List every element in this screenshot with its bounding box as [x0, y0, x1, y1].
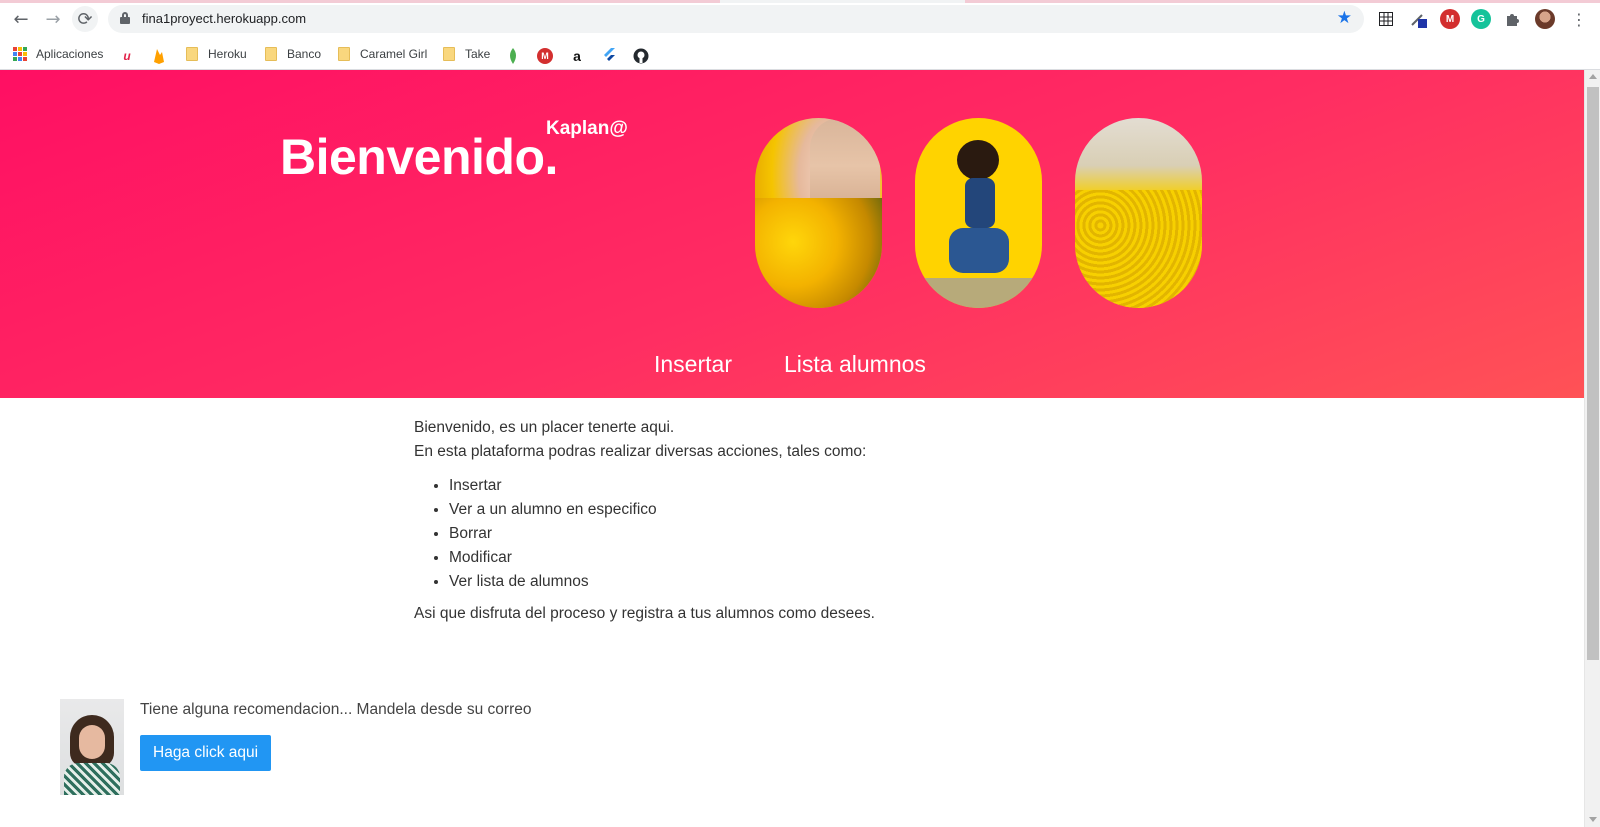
bookmarks-bar: Aplicaciones u Heroku Banco Caramel Girl…	[0, 38, 1600, 70]
bookmark-take[interactable]: Take	[443, 44, 490, 64]
bookmark-heroku[interactable]: Heroku	[186, 44, 247, 64]
tab-strip	[0, 0, 1600, 3]
menu-kebab-icon[interactable]: ⋮	[1569, 9, 1589, 29]
eyedropper-extension-icon[interactable]	[1408, 9, 1428, 29]
puzzle-extensions-icon[interactable]	[1503, 9, 1523, 29]
hero-image-flowers-woman	[755, 118, 882, 308]
intro-text-1: Bienvenido, es un placer tenerte aqui.	[414, 419, 675, 436]
bookmark-label: Take	[465, 47, 491, 61]
contact-section: Tiene alguna recomendacion... Mandela de…	[60, 699, 760, 795]
flutter-bookmark-icon[interactable]	[601, 48, 617, 64]
mega-bookmark-icon[interactable]: M	[537, 48, 553, 64]
bookmark-apps[interactable]: Aplicaciones	[13, 44, 103, 64]
list-item: Insertar	[449, 474, 1174, 498]
list-item: Ver a un alumno en especifico	[449, 498, 1174, 522]
vertical-scrollbar[interactable]	[1584, 70, 1600, 827]
mega-extension-icon[interactable]: M	[1440, 9, 1460, 29]
forward-arrow-icon[interactable]: →	[40, 8, 66, 30]
bookmark-caramel-girl[interactable]: Caramel Girl	[338, 44, 427, 64]
address-bar[interactable]: fina1proyect.herokuapp.com ★	[108, 5, 1364, 33]
scroll-down-arrow-icon[interactable]	[1589, 817, 1597, 822]
welcome-content: Bienvenido, es un placer tenerte aqui. E…	[414, 416, 1174, 626]
hero-image-yellow-field	[1075, 118, 1202, 308]
bookmark-banco[interactable]: Banco	[265, 44, 321, 64]
grammarly-extension-icon[interactable]: G	[1471, 9, 1491, 29]
bookmark-star-icon[interactable]: ★	[1337, 8, 1352, 28]
amazon-bookmark-icon[interactable]: a	[569, 48, 585, 64]
browser-toolbar: ← → ⟳ fina1proyect.herokuapp.com ★ M G ⋮	[0, 0, 1600, 38]
bookmark-label: Banco	[287, 47, 322, 61]
welcome-title: Bienvenido.	[280, 129, 558, 185]
folder-icon	[338, 47, 350, 61]
bookmark-label: Heroku	[208, 47, 247, 61]
contact-button[interactable]: Haga click aqui	[140, 735, 272, 771]
avatar	[60, 699, 124, 795]
reload-icon[interactable]: ⟳	[72, 6, 98, 32]
mongodb-leaf-bookmark-icon[interactable]	[505, 48, 521, 64]
udemy-bookmark-icon[interactable]: u	[119, 48, 135, 64]
nav-link-lista-alumnos[interactable]: Lista alumnos	[784, 351, 926, 378]
list-item: Borrar	[449, 522, 1174, 546]
folder-icon	[265, 47, 277, 61]
outro-text: Asi que disfruta del proceso y registra …	[414, 605, 875, 622]
scrollbar-thumb[interactable]	[1587, 87, 1599, 660]
hero-image-crouching-woman	[915, 118, 1042, 308]
grid-extension-icon[interactable]	[1376, 9, 1396, 29]
intro-text-2: En esta plataforma podras realizar diver…	[414, 443, 867, 460]
nav-link-insertar[interactable]: Insertar	[654, 351, 732, 378]
list-item: Modificar	[449, 546, 1174, 570]
apps-grid-icon	[13, 47, 27, 61]
bookmark-label: Caramel Girl	[360, 47, 428, 61]
github-bookmark-icon[interactable]	[633, 48, 649, 64]
folder-icon	[186, 47, 198, 61]
hero-banner: Bienvenido. Kaplan@ Insertar Lista alumn…	[0, 70, 1584, 398]
scroll-up-arrow-icon[interactable]	[1589, 74, 1597, 79]
list-item: Ver lista de alumnos	[449, 570, 1174, 594]
page: Bienvenido. Kaplan@ Insertar Lista alumn…	[0, 70, 1584, 827]
firebase-bookmark-icon[interactable]	[151, 48, 167, 64]
username-label: Kaplan@	[546, 118, 628, 139]
contact-text: Tiene alguna recomendacion... Mandela de…	[140, 701, 532, 718]
back-arrow-icon[interactable]: ←	[8, 8, 34, 30]
url-text[interactable]: fina1proyect.herokuapp.com	[142, 11, 306, 26]
folder-icon	[443, 47, 455, 61]
profile-avatar-icon[interactable]	[1535, 9, 1555, 29]
lock-icon	[120, 12, 130, 24]
bookmark-label: Aplicaciones	[36, 47, 104, 61]
actions-list: Insertar Ver a un alumno en especifico B…	[449, 474, 1174, 594]
